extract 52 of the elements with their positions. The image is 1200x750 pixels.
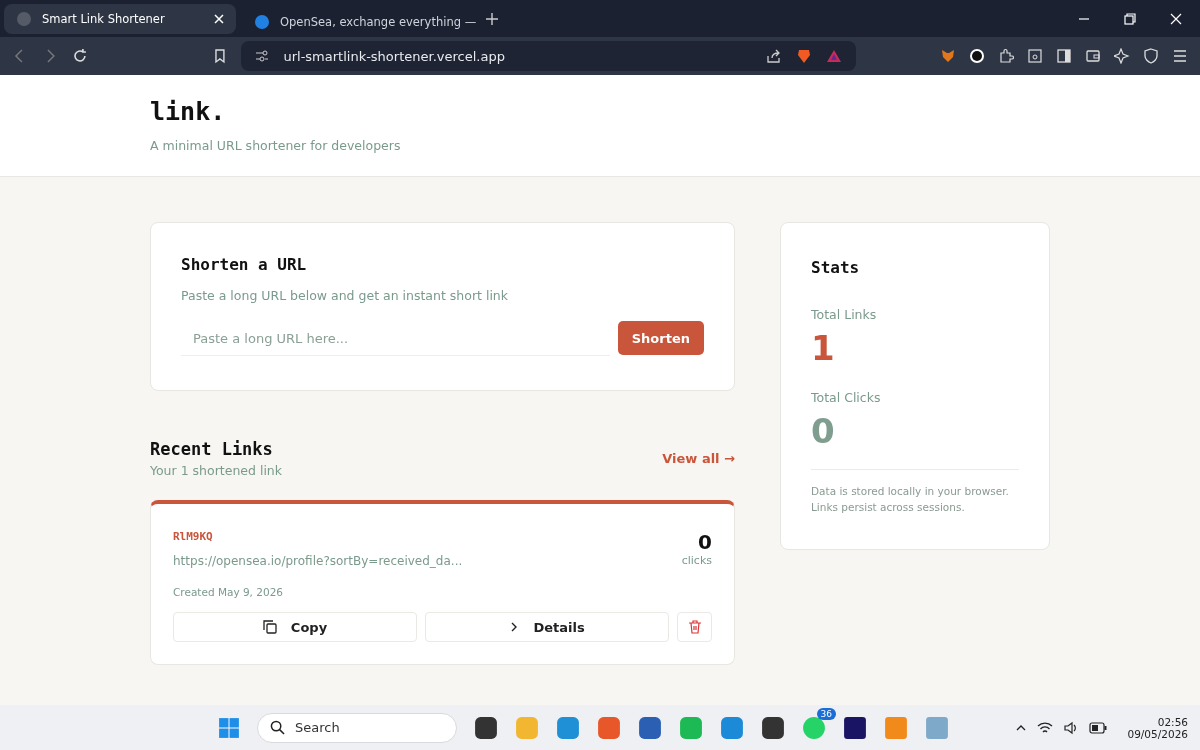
original-url: https://opensea.io/profile?sortBy=received_da... [173, 554, 463, 568]
search-icon [270, 720, 285, 735]
fox-icon[interactable] [940, 48, 956, 64]
wallet-icon[interactable] [1085, 48, 1101, 64]
puzzle-icon[interactable] [998, 48, 1014, 64]
logo: link. [150, 97, 227, 126]
sliders-icon [255, 49, 270, 63]
tagline: A minimal URL shortener for developers [150, 138, 402, 153]
stat-label: Total Clicks [811, 390, 882, 405]
view-all-link[interactable]: View all → [662, 451, 735, 466]
section-subtitle: Your 1 shortened link [150, 463, 283, 478]
address-bar[interactable]: url-smartlink-shortener.vercel.app [241, 41, 856, 71]
details-button[interactable]: Details [425, 612, 669, 642]
triangle-icon[interactable] [826, 48, 842, 64]
menu-icon[interactable] [1172, 48, 1188, 64]
card-subtitle: Paste a long URL below and get an instant short link [181, 288, 510, 303]
copy-button[interactable]: Copy [173, 612, 417, 642]
clock-date[interactable]: 09/05/2026 [1127, 727, 1188, 740]
restore-icon[interactable] [1124, 12, 1136, 25]
click-count: 0 [697, 530, 712, 554]
new-tab-icon[interactable] [486, 12, 498, 25]
trash-icon [687, 620, 702, 634]
notification-badge: 36 [816, 707, 836, 720]
battery-icon[interactable] [1089, 721, 1108, 734]
taskbar-search-field[interactable]: Search [257, 712, 457, 743]
window-search-icon[interactable] [1027, 48, 1043, 64]
stat-value: 1 [811, 328, 836, 368]
close-icon[interactable] [1170, 12, 1182, 25]
card-title: Shorten a URL [181, 255, 308, 274]
stat-value: 0 [811, 411, 836, 451]
search-placeholder: Search [295, 720, 340, 735]
clock-time[interactable]: 02:56 [1157, 715, 1188, 728]
copy-icon [262, 620, 277, 634]
shorten-button[interactable]: Shorten [617, 321, 704, 355]
short-code[interactable]: RlM9KQ [173, 530, 463, 543]
sidebar-icon[interactable] [1056, 48, 1072, 64]
stat-label: Total Links [811, 307, 878, 322]
start-icon[interactable] [218, 716, 240, 739]
clicks-label: clicks [681, 554, 712, 567]
section-title: Recent Links [150, 439, 274, 459]
created-date: Created May 9, 2026 [173, 586, 284, 598]
card-title: Stats [811, 258, 861, 277]
browser-tab[interactable]: OpenSea, exchange everything — [242, 6, 474, 37]
close-icon[interactable] [214, 13, 224, 24]
sparkle-icon[interactable] [1114, 48, 1130, 64]
storage-note: Data is stored locally in your browser. Links persist across sessions. [811, 484, 1010, 515]
shield-icon[interactable] [1143, 48, 1159, 64]
url-text: url-smartlink-shortener.vercel.app [283, 48, 505, 64]
share-icon[interactable] [766, 48, 782, 64]
delete-button[interactable] [677, 612, 712, 642]
reload-icon[interactable] [71, 48, 88, 64]
browser-tab[interactable]: Smart Link Shortener [4, 3, 236, 34]
